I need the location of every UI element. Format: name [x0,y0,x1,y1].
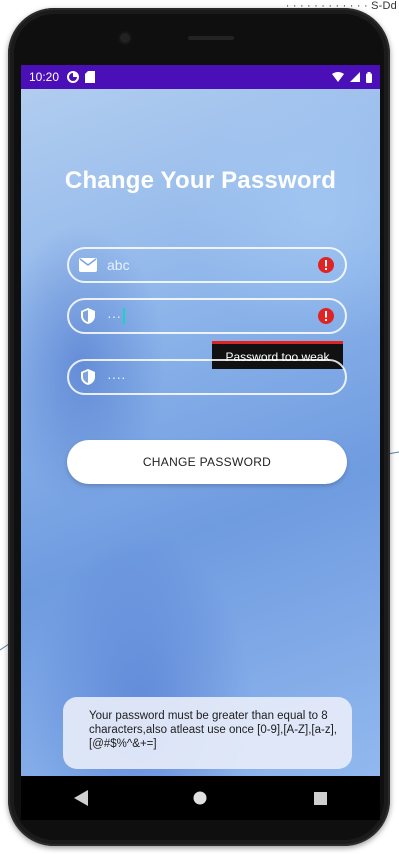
confirm-password-value: ···· [107,369,126,385]
shield-icon [79,368,97,386]
sd-card-icon [85,71,96,83]
error-circle-icon [317,307,335,325]
text-cursor [123,308,125,324]
change-password-button[interactable]: CHANGE PASSWORD [67,440,347,484]
password-field[interactable]: ··· [67,298,347,334]
data-saver-icon [67,71,80,83]
mail-icon [79,256,97,274]
status-time: 10:20 [29,70,60,84]
page-title: Change Your Password [64,167,337,194]
confirm-password-field[interactable]: ···· [67,359,347,395]
shield-icon [79,307,97,325]
password-value: ··· [107,308,121,324]
status-bar: 10:20 [21,65,380,89]
system-nav-bar [21,776,380,820]
error-circle-icon [317,256,335,274]
signal-icon [350,72,360,82]
wifi-icon [332,72,344,82]
home-icon[interactable] [188,786,212,810]
camera-icon [120,33,130,43]
app-screen: 10:20 Change Your Password abc ··· Passw… [21,65,380,820]
recents-icon[interactable] [308,786,332,810]
password-hint-box: Your password must be greater than equal… [63,697,352,769]
back-icon[interactable] [69,786,93,810]
speaker-grille [188,36,234,40]
email-field[interactable]: abc [67,247,347,283]
email-value: abc [107,257,130,273]
battery-icon [366,71,372,83]
